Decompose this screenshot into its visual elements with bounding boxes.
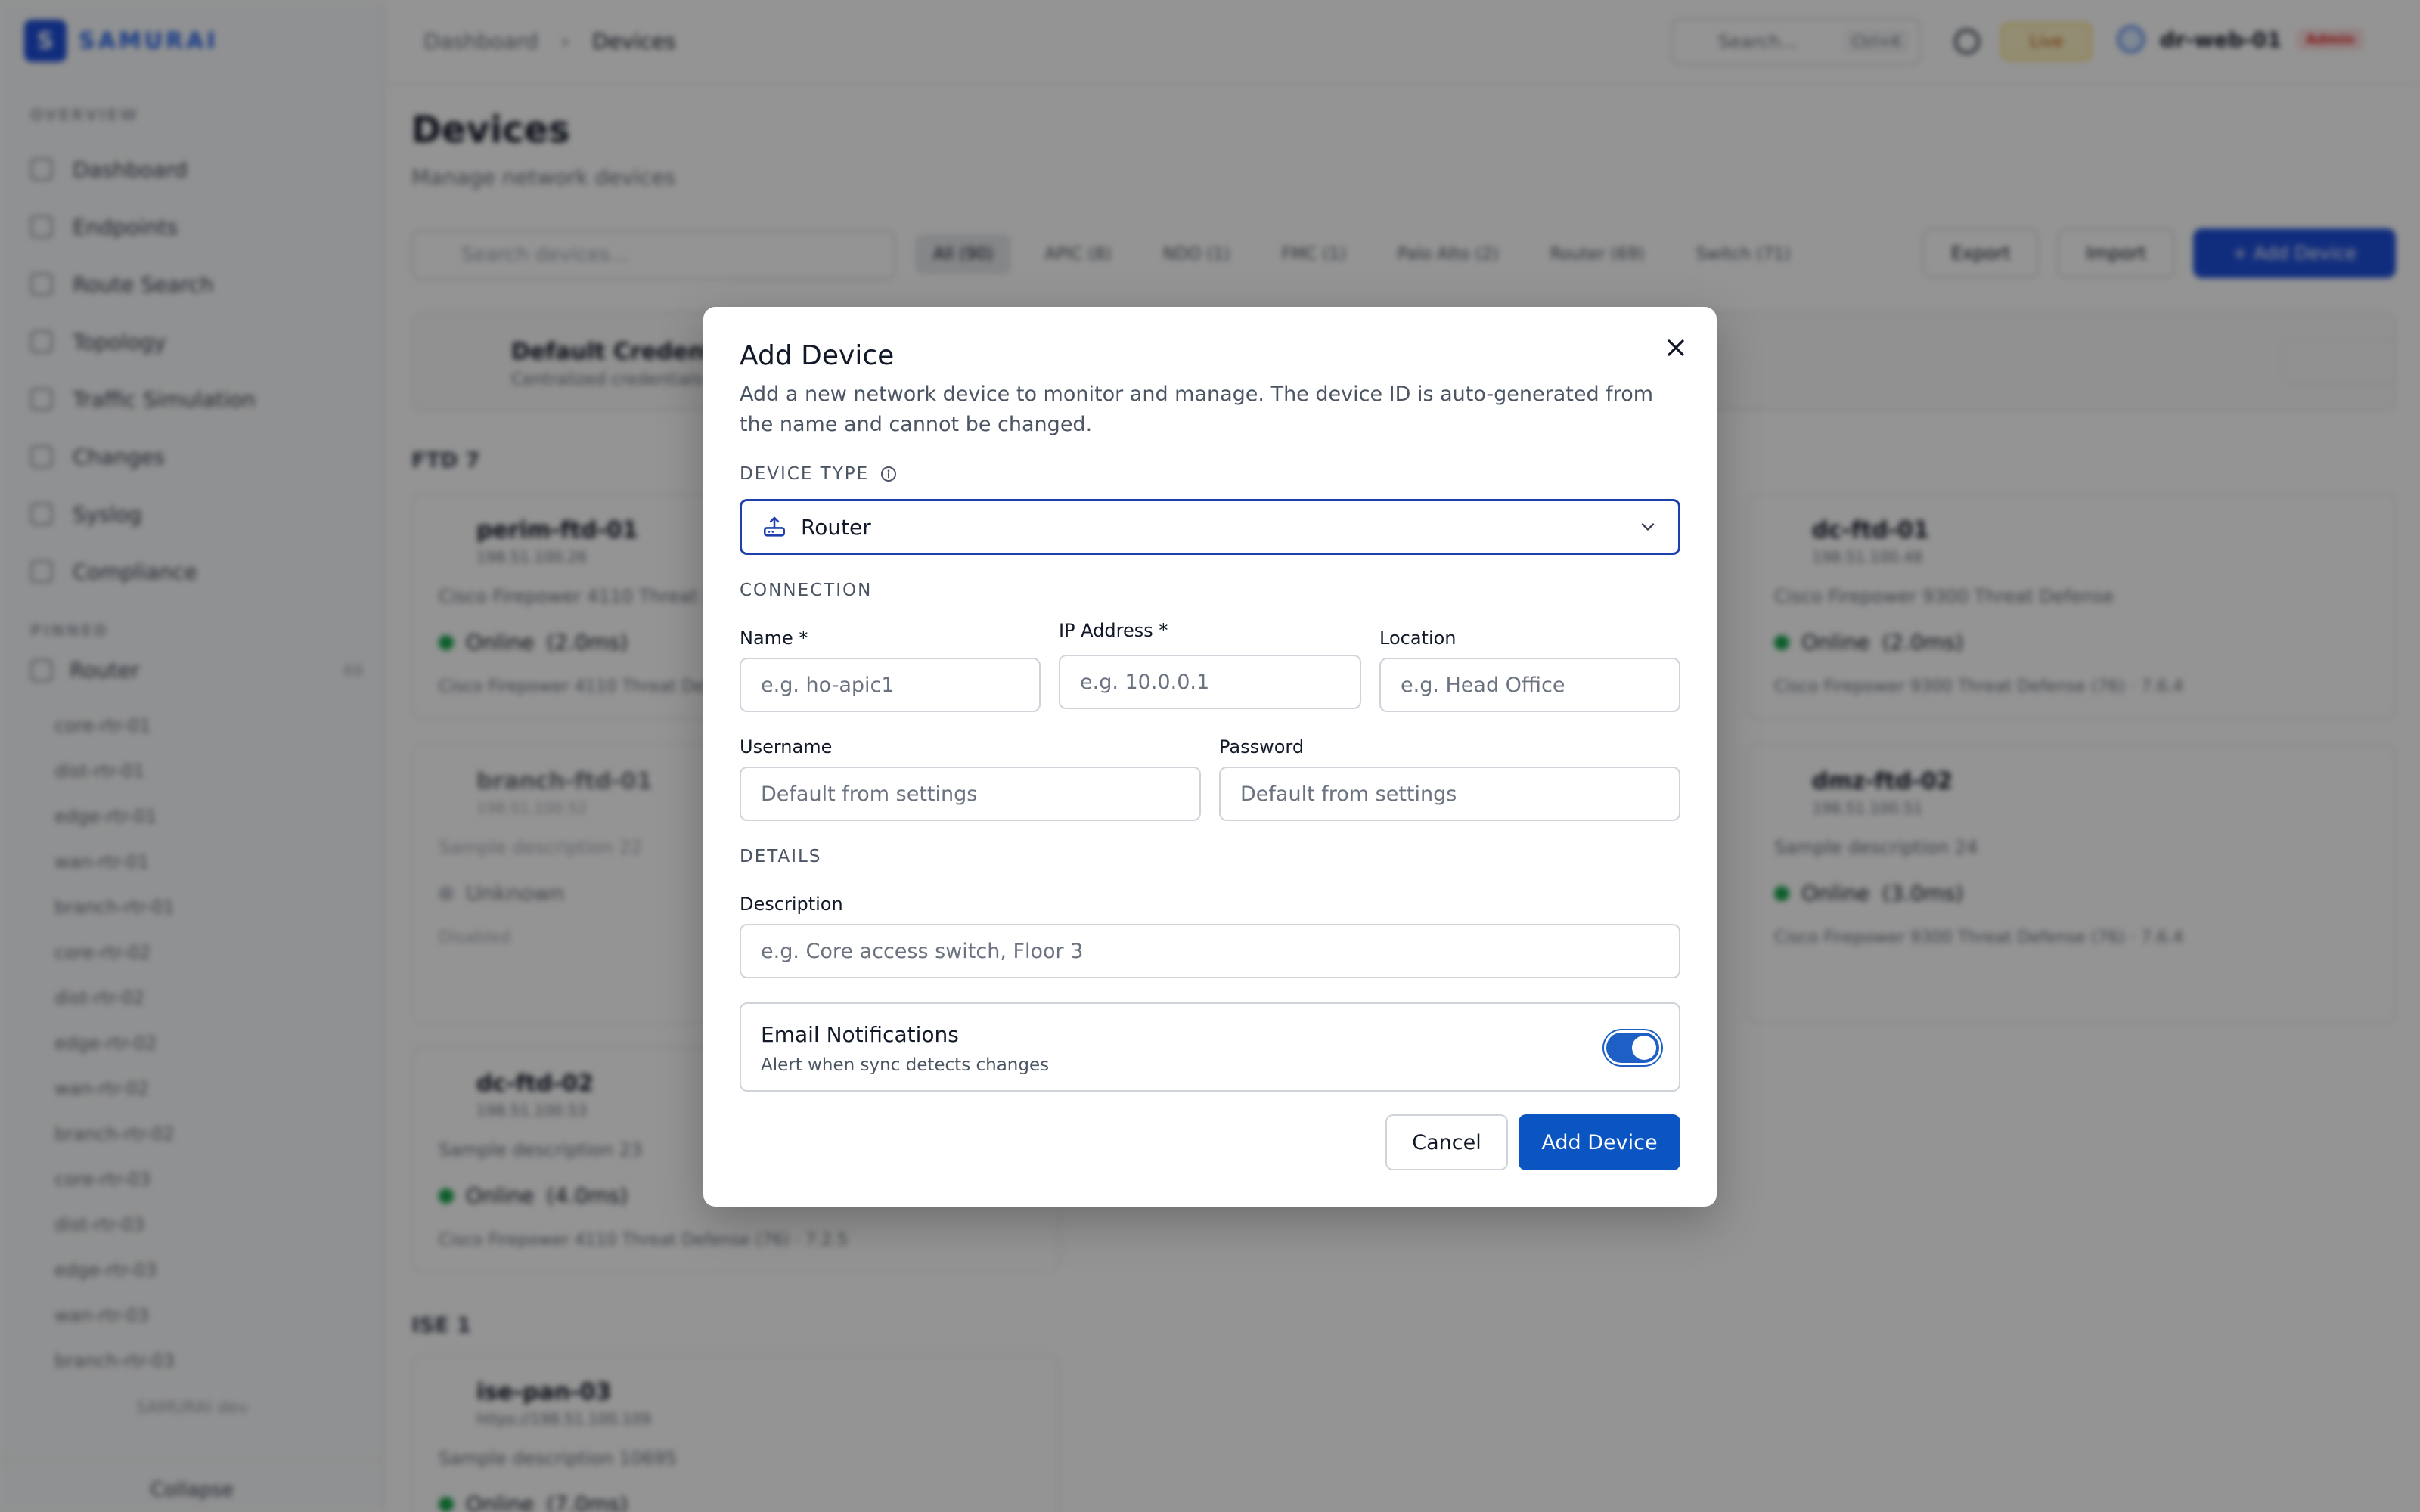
connection-label: CONNECTION <box>740 581 873 600</box>
close-icon[interactable] <box>1662 334 1689 361</box>
device-type-value: Router <box>801 514 871 540</box>
dialog-description: Add a new network device to monitor and … <box>740 383 1654 436</box>
email-notifications-toggle[interactable] <box>1606 1033 1659 1063</box>
email-notifications-row: Email Notifications Alert when sync dete… <box>740 1002 1680 1092</box>
ip-address-label: IP Address * <box>1059 620 1168 641</box>
device-type-select[interactable]: Router <box>740 499 1680 555</box>
router-icon <box>763 516 786 537</box>
cancel-button[interactable]: Cancel <box>1385 1114 1508 1170</box>
name-field[interactable] <box>740 658 1041 712</box>
add-device-submit-button[interactable]: Add Device <box>1519 1114 1680 1170</box>
location-label: Location <box>1379 627 1457 649</box>
password-label: Password <box>1219 736 1305 758</box>
device-type-label: DEVICE TYPE <box>740 464 898 484</box>
description-field[interactable] <box>740 924 1680 978</box>
email-notifications-subtitle: Alert when sync detects changes <box>761 1055 1050 1075</box>
dialog-title: Add Device <box>740 340 895 371</box>
email-notifications-title: Email Notifications <box>761 1022 959 1047</box>
username-field[interactable] <box>740 767 1201 821</box>
toggle-knob <box>1632 1036 1656 1060</box>
password-field[interactable] <box>1219 767 1680 821</box>
add-device-dialog: Add Device Add a new network device to m… <box>703 307 1717 1207</box>
ip-address-field[interactable] <box>1059 655 1361 709</box>
chevron-down-icon <box>1641 523 1655 531</box>
details-label: DETAILS <box>740 847 822 866</box>
username-label: Username <box>740 736 833 758</box>
name-label: Name * <box>740 627 808 649</box>
description-label: Description <box>740 894 843 915</box>
info-icon[interactable] <box>880 465 898 483</box>
location-field[interactable] <box>1379 658 1680 712</box>
